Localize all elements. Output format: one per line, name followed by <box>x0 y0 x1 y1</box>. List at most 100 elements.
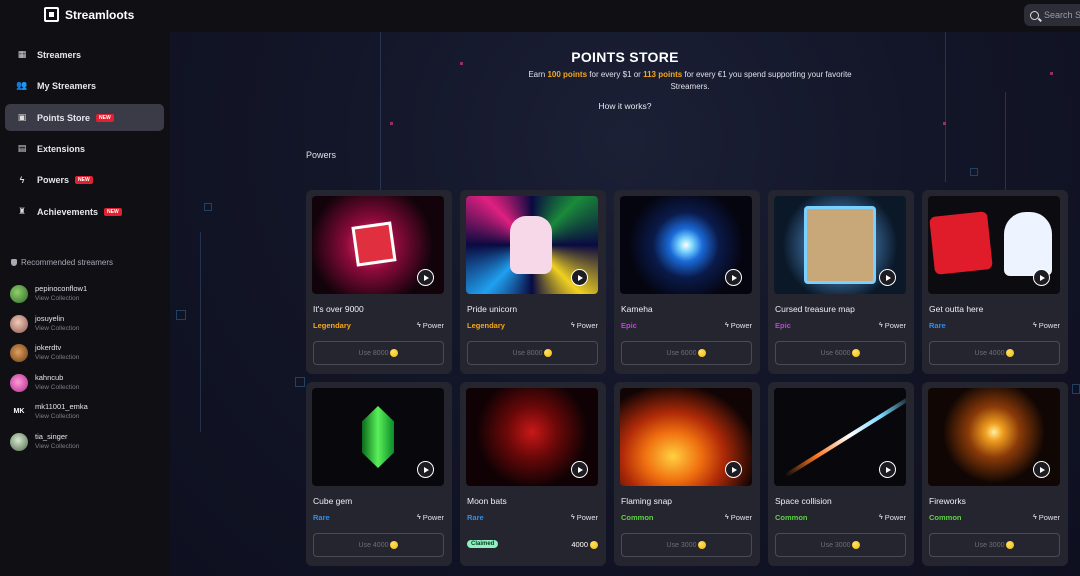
card-type: ϟ Power <box>725 513 752 522</box>
coin-icon <box>590 540 598 549</box>
recommended-streamer[interactable]: jokerdtv View Collection <box>10 343 79 362</box>
power-thumbnail <box>620 196 752 294</box>
app-logo[interactable]: Streamloots <box>44 7 134 22</box>
coin-icon <box>544 349 553 357</box>
play-icon[interactable] <box>879 461 896 478</box>
card-rarity: Rare <box>467 513 484 522</box>
avatar <box>10 373 28 392</box>
sidebar-item-streamers[interactable]: ▦ Streamers <box>5 41 164 68</box>
bolt-icon: ϟ <box>571 514 575 521</box>
power-card[interactable]: Flaming snap Common ϟ Power Use 3000 <box>614 382 760 566</box>
bolt-icon: ϟ <box>19 174 25 185</box>
use-points-button[interactable]: Use 3000 <box>775 533 906 557</box>
power-thumbnail <box>312 388 444 486</box>
card-name: Fireworks <box>929 496 966 506</box>
power-thumbnail <box>466 388 598 486</box>
coin-icon <box>698 349 707 357</box>
medal-icon: ♜ <box>17 206 27 216</box>
coin-icon <box>698 541 707 549</box>
play-icon[interactable] <box>725 461 742 478</box>
sidebar-item-label: Powers <box>37 174 70 185</box>
play-icon[interactable] <box>571 461 588 478</box>
power-card[interactable]: Kameha Epic ϟ Power Use 6000 <box>614 190 760 374</box>
avatar: MK <box>10 402 28 421</box>
search-input[interactable]: Search St <box>1024 4 1080 26</box>
coin-icon <box>1006 349 1015 357</box>
avatar <box>10 343 28 362</box>
sidebar-item-my-streamers[interactable]: 👥 My Streamers <box>5 72 164 99</box>
power-card[interactable]: Pride unicorn Legendary ϟ Power Use 8000 <box>460 190 606 374</box>
card-type: ϟ Power <box>571 321 598 330</box>
play-icon[interactable] <box>571 269 588 286</box>
recommended-streamer[interactable]: pepinoconflow1 View Collection <box>10 284 87 303</box>
sidebar-item-label: Achievements <box>37 206 99 217</box>
play-icon[interactable] <box>879 269 896 286</box>
power-art <box>1004 212 1052 276</box>
play-icon[interactable] <box>417 461 434 478</box>
card-type: ϟ Power <box>725 321 752 330</box>
use-points-button[interactable]: Use 6000 <box>621 341 752 365</box>
sidebar-item-label: My Streamers <box>37 80 97 91</box>
card-name: Get outta here <box>929 304 984 314</box>
card-type: ϟ Power <box>417 513 444 522</box>
coin-icon <box>390 349 399 357</box>
recommended-streamer[interactable]: tia_singer View Collection <box>10 432 79 451</box>
bolt-icon: ϟ <box>417 514 421 521</box>
new-badge: NEW <box>104 207 122 216</box>
card-name: Kameha <box>621 304 653 314</box>
use-points-button[interactable]: Use 4000 <box>929 341 1060 365</box>
sidebar-item-points-store[interactable]: ▣ Points Store NEW <box>5 104 164 131</box>
power-thumbnail <box>774 196 906 294</box>
coin-icon <box>852 349 861 357</box>
use-points-button[interactable]: Use 4000 <box>313 533 444 557</box>
card-name: Moon bats <box>467 496 507 506</box>
recommended-streamer[interactable]: kahncub View Collection <box>10 373 79 392</box>
play-icon[interactable] <box>1033 461 1050 478</box>
card-name: Space collision <box>775 496 832 506</box>
bolt-icon: ϟ <box>879 514 883 521</box>
power-card[interactable]: Moon bats Rare ϟ Power Claimed 4000 <box>460 382 606 566</box>
use-points-button[interactable]: Use 6000 <box>775 341 906 365</box>
power-thumbnail <box>620 388 752 486</box>
recommended-streamer[interactable]: MK mk11001_emka View Collection <box>10 402 88 421</box>
power-card[interactable]: Cursed treasure map Epic ϟ Power Use 6000 <box>768 190 914 374</box>
background-decoration <box>176 310 186 320</box>
search-placeholder: Search St <box>1044 10 1080 20</box>
sidebar: ▦ Streamers 👥 My Streamers ▣ Points Stor… <box>0 32 170 576</box>
sidebar-item-label: Points Store <box>37 112 91 123</box>
bolt-icon: ϟ <box>725 514 729 521</box>
sidebar-item-extensions[interactable]: ▤ Extensions <box>5 135 164 162</box>
power-card[interactable]: Space collision Common ϟ Power Use 3000 <box>768 382 914 566</box>
use-points-button[interactable]: Use 8000 <box>467 341 598 365</box>
power-art <box>929 211 993 275</box>
use-points-button[interactable]: Use 3000 <box>929 533 1060 557</box>
use-points-button[interactable]: Use 8000 <box>313 341 444 365</box>
new-badge: NEW <box>96 113 114 122</box>
power-card[interactable]: Fireworks Common ϟ Power Use 3000 <box>922 382 1068 566</box>
play-icon[interactable] <box>1033 269 1050 286</box>
card-rarity: Rare <box>929 321 946 330</box>
card-rarity: Common <box>775 513 808 522</box>
coin-icon <box>390 541 399 549</box>
how-it-works-link[interactable]: How it works? <box>170 101 1080 111</box>
play-icon[interactable] <box>417 269 434 286</box>
sidebar-item-powers[interactable]: ϟ Powers NEW <box>5 166 164 193</box>
card-name: Pride unicorn <box>467 304 518 314</box>
power-card[interactable]: Get outta here Rare ϟ Power Use 4000 <box>922 190 1068 374</box>
use-points-button[interactable]: Use 3000 <box>621 533 752 557</box>
play-icon[interactable] <box>725 269 742 286</box>
shield-icon <box>11 259 17 266</box>
sidebar-item-label: Extensions <box>37 143 86 154</box>
sidebar-item-achievements[interactable]: ♜ Achievements NEW <box>5 198 164 225</box>
claimed-cost: 4000 <box>571 540 598 549</box>
recommended-streamer[interactable]: josuyelin View Collection <box>10 314 79 333</box>
power-thumbnail <box>774 388 906 486</box>
power-card[interactable]: It's over 9000 Legendary ϟ Power Use 8000 <box>306 190 452 374</box>
bolt-icon: ϟ <box>1033 514 1037 521</box>
power-card[interactable]: Cube gem Rare ϟ Power Use 4000 <box>306 382 452 566</box>
power-art <box>804 206 876 284</box>
page-title: POINTS STORE <box>571 49 679 65</box>
card-name: Cube gem <box>313 496 353 506</box>
bolt-icon: ϟ <box>1033 322 1037 329</box>
avatar <box>10 284 28 303</box>
